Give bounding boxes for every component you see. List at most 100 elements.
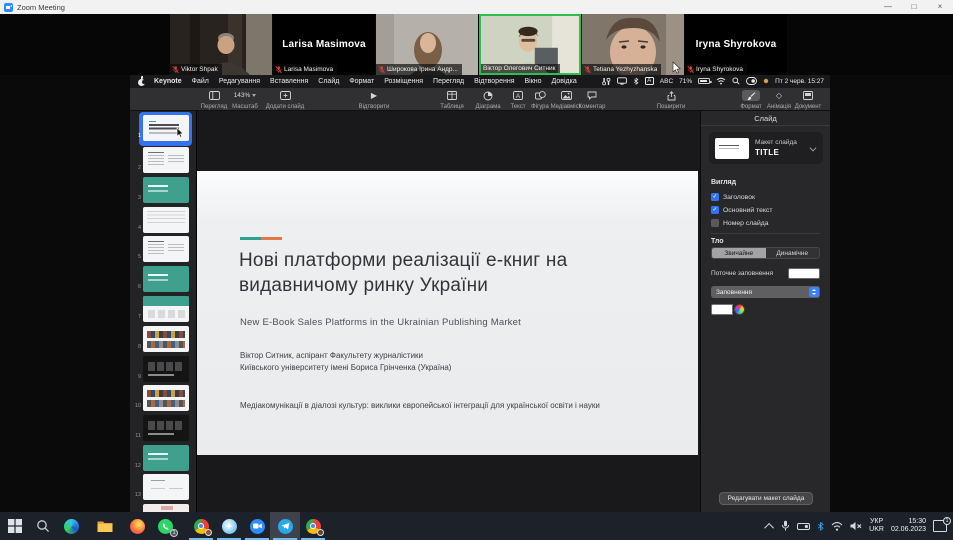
slide-thumbnail-7[interactable] bbox=[143, 296, 189, 322]
slide-thumbnail-6[interactable] bbox=[143, 266, 189, 292]
system-tray: УКР UKR 15:30 02.06.2023 1 bbox=[767, 512, 953, 540]
slide-thumbnail-5[interactable] bbox=[143, 236, 189, 262]
wifi-icon[interactable] bbox=[716, 77, 726, 85]
slide-thumbnail-10[interactable] bbox=[143, 385, 189, 411]
windows-taskbar: 1 bbox=[0, 512, 953, 540]
slide-thumbnail-14[interactable] bbox=[143, 504, 189, 512]
checkbox-slide-number[interactable]: Номер слайда bbox=[711, 219, 769, 227]
current-slide[interactable]: Нові платформи реалізації е-книг на вида… bbox=[197, 171, 698, 455]
current-fill-swatch[interactable] bbox=[788, 268, 820, 279]
bluetooth-icon[interactable] bbox=[633, 77, 639, 86]
menu-format[interactable]: Формат bbox=[349, 78, 374, 85]
checkbox-title[interactable]: ✓ Заголовок bbox=[711, 193, 755, 201]
taskbar-telegram-icon[interactable] bbox=[270, 512, 300, 540]
slide-thumbnail-3[interactable] bbox=[143, 177, 189, 203]
background-type-segmented-control: Звичайне Динамічне bbox=[711, 247, 820, 259]
participant-name-label: Larisa Masimova bbox=[273, 64, 337, 75]
document-button[interactable]: Документ bbox=[786, 90, 830, 110]
slide-conference-line[interactable]: Медіакомунікації в діалозі культур: викл… bbox=[240, 401, 600, 410]
video-tile-larisa-masimova[interactable]: Larisa Masimova Larisa Masimova bbox=[273, 14, 375, 75]
taskbar-file-explorer-icon[interactable] bbox=[90, 512, 120, 540]
taskbar-search-button[interactable] bbox=[28, 512, 58, 540]
video-tile-viktor-shpak[interactable]: Viktor Shpak bbox=[170, 14, 272, 75]
video-tile-shyrokova-iryna[interactable]: Широкова Ірина Андр... bbox=[376, 14, 478, 75]
battery-icon[interactable] bbox=[698, 78, 710, 84]
apple-menu-icon[interactable] bbox=[137, 77, 145, 86]
color-wheel-icon[interactable] bbox=[734, 304, 745, 315]
segment-standard[interactable]: Звичайне bbox=[712, 248, 766, 258]
taskbar-chrome-profile3-icon[interactable] bbox=[298, 512, 328, 540]
input-source-abc[interactable]: ABC bbox=[660, 78, 673, 85]
tray-microphone-icon[interactable] bbox=[781, 520, 790, 532]
control-center-icon[interactable] bbox=[746, 77, 757, 85]
video-tile-tetiana-yezhyzhanska[interactable]: Tetiana Yezhyzhanska bbox=[582, 14, 684, 75]
menu-keynote[interactable]: Keynote bbox=[154, 78, 182, 85]
tray-expand-chevron-icon[interactable] bbox=[767, 523, 774, 530]
comment-icon bbox=[583, 90, 601, 101]
checkbox-body-text[interactable]: ✓ Основний текст bbox=[711, 206, 772, 214]
slide-thumbnail-2[interactable] bbox=[143, 147, 189, 173]
comment-button[interactable]: Коментар bbox=[570, 90, 614, 110]
maximize-button[interactable]: □ bbox=[901, 0, 927, 14]
menubar-clock[interactable]: Пт 2 черв. 15:27 bbox=[775, 78, 824, 85]
slide-thumbnail-8[interactable] bbox=[143, 326, 189, 352]
menu-arrange[interactable]: Розміщення bbox=[384, 78, 423, 85]
slide-number: 13 bbox=[132, 492, 141, 498]
participant-name-label: Viktor Shpak bbox=[170, 64, 222, 75]
tray-volume-muted-icon[interactable] bbox=[850, 521, 862, 531]
toggles-icon[interactable] bbox=[602, 77, 611, 86]
share-button[interactable]: Поширити bbox=[649, 90, 693, 110]
close-button[interactable]: × bbox=[927, 0, 953, 14]
slide-thumbnail-11[interactable] bbox=[143, 415, 189, 441]
menu-slide[interactable]: Слайд bbox=[318, 78, 339, 85]
panel-title: Слайд bbox=[701, 111, 830, 126]
slide-thumbnail-1[interactable] bbox=[143, 115, 189, 141]
slide-layout-card[interactable]: Макет слайда TITLE bbox=[709, 132, 823, 164]
muted-mic-icon bbox=[172, 65, 179, 74]
menu-window[interactable]: Вікно bbox=[524, 78, 541, 85]
slide-title[interactable]: Нові платформи реалізації е-книг на вида… bbox=[239, 248, 659, 298]
play-button[interactable]: ▶ Відтворити bbox=[352, 90, 396, 110]
recording-indicator-icon bbox=[763, 78, 769, 84]
taskbar-whatsapp-icon[interactable]: 1 bbox=[150, 512, 180, 540]
slide-thumbnail-4[interactable] bbox=[143, 207, 189, 233]
display-icon[interactable] bbox=[617, 77, 627, 85]
segment-dynamic[interactable]: Динамічне bbox=[766, 248, 820, 258]
slide-thumbnail-13[interactable] bbox=[143, 474, 189, 500]
color-swatch[interactable] bbox=[711, 304, 733, 315]
fill-type-popup[interactable]: Заповнення bbox=[711, 286, 820, 298]
table-icon bbox=[443, 90, 461, 101]
keynote-toolbar: Перегляд 143% Масштаб Додати слайд ▶ Від… bbox=[130, 88, 830, 111]
action-center-icon[interactable]: 1 bbox=[933, 520, 947, 532]
language-indicator[interactable]: УКР UKR bbox=[869, 518, 884, 535]
menu-file[interactable]: Файл bbox=[192, 78, 209, 85]
taskbar-clock[interactable]: 15:30 02.06.2023 bbox=[891, 518, 926, 535]
slide-thumbnail-12[interactable] bbox=[143, 445, 189, 471]
start-button[interactable] bbox=[0, 512, 30, 540]
taskbar-chrome-profile1-icon[interactable] bbox=[186, 512, 216, 540]
add-slide-button[interactable]: Додати слайд bbox=[260, 90, 310, 110]
tray-network-icon[interactable] bbox=[831, 521, 843, 531]
spotlight-search-icon[interactable] bbox=[732, 77, 740, 85]
slide-author[interactable]: Віктор Ситник, аспірант Факультету журна… bbox=[240, 350, 451, 374]
edit-slide-layout-button[interactable]: Редагувати макет слайда bbox=[719, 492, 813, 505]
menu-help[interactable]: Довідка bbox=[552, 78, 577, 85]
slide-subtitle[interactable]: New E-Book Sales Platforms in the Ukrain… bbox=[240, 317, 521, 328]
taskbar-zoom-icon[interactable] bbox=[242, 512, 272, 540]
taskbar-browser-profile2-icon[interactable] bbox=[214, 512, 244, 540]
slide-thumbnail-9[interactable] bbox=[143, 356, 189, 382]
menu-view[interactable]: Перегляд bbox=[433, 78, 464, 85]
taskbar-edge-icon[interactable] bbox=[56, 512, 86, 540]
tray-bluetooth-icon[interactable] bbox=[817, 521, 824, 532]
participant-name-label: Tetiana Yezhyzhanska bbox=[582, 64, 661, 75]
video-tile-viktor-sytnyk-active-speaker[interactable]: Віктор Олегович Ситник bbox=[479, 14, 581, 75]
tray-device-icon[interactable] bbox=[797, 522, 810, 531]
minimize-button[interactable]: — bbox=[875, 0, 901, 14]
video-tile-iryna-shyrokova[interactable]: Iryna Shyrokova Iryna Shyrokova bbox=[685, 14, 787, 75]
menu-play[interactable]: Відтворення bbox=[474, 78, 514, 85]
taskbar-firefox-icon[interactable] bbox=[122, 512, 152, 540]
menu-insert[interactable]: Вставлення bbox=[270, 78, 308, 85]
input-source-icon[interactable]: A bbox=[645, 77, 654, 86]
menu-edit[interactable]: Редагування bbox=[219, 78, 260, 85]
slide-number: 1 bbox=[132, 133, 141, 139]
